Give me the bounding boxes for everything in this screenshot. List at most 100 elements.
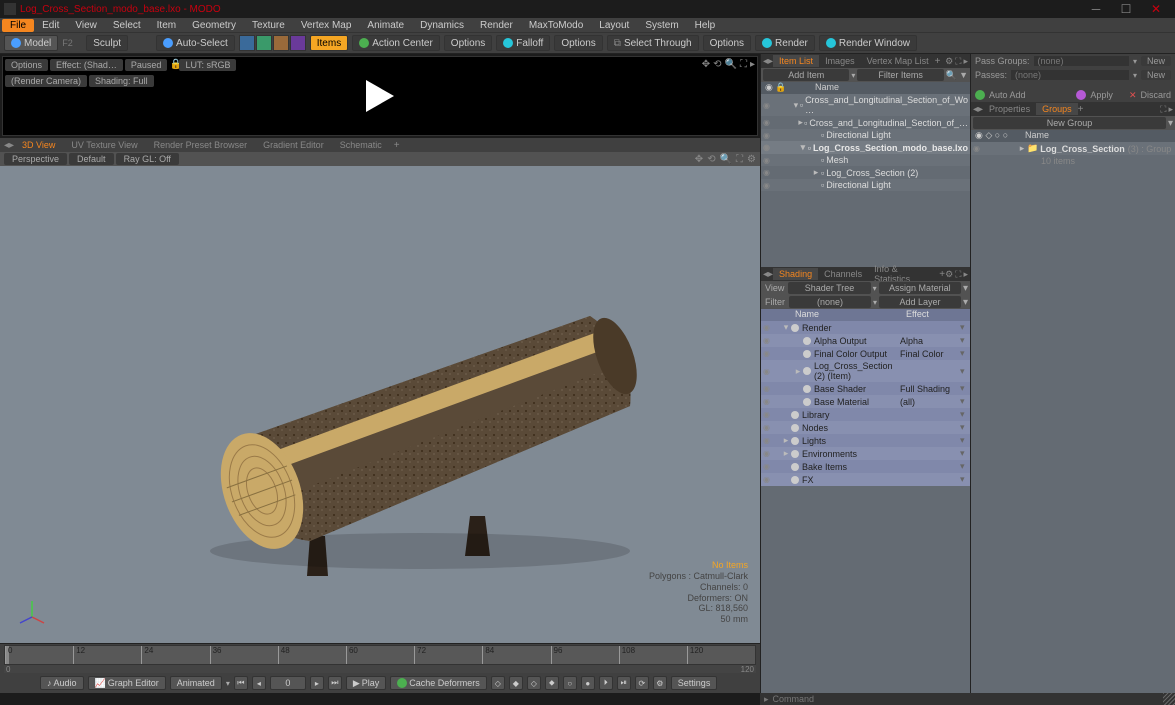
key-opt3-icon[interactable]: ⏵ bbox=[599, 676, 613, 690]
vp-frame-icon[interactable]: ⛶ bbox=[736, 154, 743, 165]
discard-button[interactable]: Discard bbox=[1140, 90, 1171, 100]
key-add-icon[interactable]: ◆ bbox=[509, 676, 523, 690]
shader-tree-row[interactable]: ◉Alpha OutputAlpha▾ bbox=[761, 334, 970, 347]
play-button[interactable]: ▶Play bbox=[346, 676, 386, 690]
tab-images[interactable]: Images bbox=[819, 55, 861, 67]
auto-add-toggle[interactable]: Auto Add bbox=[989, 90, 1026, 100]
item-tree[interactable]: ◉ 🔒Name ◉▾▫Cross_and_Longitudinal_Sectio… bbox=[761, 82, 970, 267]
preview-paused[interactable]: Paused bbox=[125, 59, 168, 71]
assign-material-button[interactable]: Assign Material bbox=[879, 282, 961, 294]
key-next-icon[interactable]: ◇ bbox=[527, 676, 541, 690]
cache-deformers-button[interactable]: Cache Deformers bbox=[390, 676, 487, 690]
timeline[interactable]: 0 12 24 36 48 60 72 84 96 108 120 0120 bbox=[0, 643, 760, 673]
items-button[interactable]: Items bbox=[310, 35, 348, 51]
shader-tree-row[interactable]: ◉Library▾ bbox=[761, 408, 970, 421]
menu-file[interactable]: File bbox=[2, 19, 34, 32]
preview-menu-icon[interactable]: ▸ bbox=[750, 59, 755, 70]
menu-item[interactable]: Item bbox=[149, 19, 184, 32]
shader-tree-row[interactable]: ◉▸Log_Cross_Section (2) (Item)▾ bbox=[761, 360, 970, 382]
preview-effect[interactable]: Effect: (Shad… bbox=[50, 59, 123, 71]
mode-sculpt-button[interactable]: Sculpt bbox=[86, 35, 128, 51]
item-tree-row[interactable]: ◉▫Directional Light bbox=[761, 129, 970, 141]
shader-tree-row[interactable]: ◉Base ShaderFull Shading▾ bbox=[761, 382, 970, 395]
new-pass-button[interactable]: New bbox=[1141, 70, 1171, 80]
sel-poly-icon[interactable] bbox=[273, 35, 289, 51]
preview-camera[interactable]: (Render Camera) bbox=[5, 75, 87, 87]
shader-tree-dropdown[interactable]: Shader Tree bbox=[788, 282, 870, 294]
vp-raygl[interactable]: Ray GL: Off bbox=[116, 153, 179, 165]
close-button[interactable]: ✕ bbox=[1141, 0, 1171, 18]
tab-shading[interactable]: Shading bbox=[773, 268, 818, 280]
shader-tree-row[interactable]: ◉▾Render▾ bbox=[761, 321, 970, 334]
vp-move-icon[interactable]: ✥ bbox=[695, 154, 703, 165]
menu-system[interactable]: System bbox=[637, 19, 686, 32]
command-bar[interactable]: ▸Command bbox=[760, 693, 1175, 705]
key-opt5-icon[interactable]: ⟳ bbox=[635, 676, 649, 690]
options1-button[interactable]: Options bbox=[444, 35, 492, 51]
vp-zoom-icon[interactable]: 🔍 bbox=[720, 154, 732, 165]
new-group-button[interactable]: New Group bbox=[973, 117, 1166, 129]
filter-icon[interactable]: ▼ bbox=[959, 70, 968, 80]
menu-dynamics[interactable]: Dynamics bbox=[412, 19, 472, 32]
menu-render[interactable]: Render bbox=[472, 19, 521, 32]
tab-properties[interactable]: Properties bbox=[983, 103, 1036, 115]
shader-tree-row[interactable]: ◉▸Lights▾ bbox=[761, 434, 970, 447]
tab-renderpreset[interactable]: Render Preset Browser bbox=[146, 139, 256, 151]
render-button[interactable]: Render bbox=[755, 35, 815, 51]
groups-tree[interactable]: ◉ ◇ ○ ○Name ◉ ▸ 📁 Log_Cross_Section (3) … bbox=[971, 130, 1175, 693]
menu-layout[interactable]: Layout bbox=[591, 19, 637, 32]
animated-dropdown[interactable]: Animated bbox=[170, 676, 222, 690]
shader-tree-row[interactable]: ◉▸Environments▾ bbox=[761, 447, 970, 460]
menu-help[interactable]: Help bbox=[687, 19, 724, 32]
shader-tree-row[interactable]: ◉Base Material(all)▾ bbox=[761, 395, 970, 408]
vp-default[interactable]: Default bbox=[69, 153, 114, 165]
menu-texture[interactable]: Texture bbox=[244, 19, 293, 32]
add-layer-button[interactable]: Add Layer bbox=[879, 296, 961, 308]
key-opt4-icon[interactable]: ⏯ bbox=[617, 676, 631, 690]
tab-gradient[interactable]: Gradient Editor bbox=[255, 139, 332, 151]
minimize-button[interactable]: ─ bbox=[1081, 0, 1111, 18]
item-tree-row[interactable]: ◉▫Mesh bbox=[761, 154, 970, 166]
key-prev-icon[interactable]: ◇ bbox=[491, 676, 505, 690]
settings-button[interactable]: Settings bbox=[671, 676, 718, 690]
prev-frame-button[interactable]: ◂ bbox=[252, 676, 266, 690]
preview-zoom-icon[interactable]: 🔍 bbox=[725, 59, 737, 70]
lock-icon[interactable]: 🔒 bbox=[169, 59, 177, 67]
panel-max-icon[interactable]: ⛶ bbox=[955, 269, 961, 280]
shader-tree-row[interactable]: ◉Final Color OutputFinal Color▾ bbox=[761, 347, 970, 360]
assign-icon[interactable]: ▾ bbox=[963, 283, 968, 294]
preview-rotate-icon[interactable]: ⟲ bbox=[713, 59, 721, 70]
render-window-button[interactable]: Render Window bbox=[819, 35, 917, 51]
chevron-down-icon[interactable]: ▾ bbox=[226, 679, 230, 688]
search-icon[interactable]: 🔍 bbox=[946, 70, 957, 81]
key-opt2-icon[interactable]: ● bbox=[581, 676, 595, 690]
menu-edit[interactable]: Edit bbox=[34, 19, 67, 32]
filter-items-field[interactable]: Filter Items bbox=[857, 69, 943, 81]
shader-tree-row[interactable]: ◉FX▾ bbox=[761, 473, 970, 486]
panel-max-icon[interactable]: ⛶ bbox=[955, 56, 961, 67]
graph-editor-button[interactable]: 📈Graph Editor bbox=[88, 676, 166, 690]
key-opt1-icon[interactable]: ○ bbox=[563, 676, 577, 690]
options3-button[interactable]: Options bbox=[703, 35, 751, 51]
item-tree-row[interactable]: ◉▾▫Log_Cross_Section_modo_base.lxo bbox=[761, 141, 970, 154]
menu-view[interactable]: View bbox=[67, 19, 105, 32]
shader-tree-row[interactable]: ◉Nodes▾ bbox=[761, 421, 970, 434]
falloff-button[interactable]: Falloff bbox=[496, 35, 550, 51]
resize-handle[interactable] bbox=[1163, 693, 1175, 705]
menu-geometry[interactable]: Geometry bbox=[184, 19, 244, 32]
viewport-3d[interactable]: No Items Polygons : Catmull-Clark Channe… bbox=[0, 166, 760, 643]
select-through-button[interactable]: ⧉Select Through bbox=[607, 35, 699, 51]
key-del-icon[interactable]: ⬥ bbox=[545, 676, 559, 690]
item-tree-row[interactable]: ◉▾▫Cross_and_Longitudinal_Section_of_Wo … bbox=[761, 94, 970, 116]
item-tree-row[interactable]: ◉▸▫Log_Cross_Section (2) bbox=[761, 166, 970, 179]
menu-animate[interactable]: Animate bbox=[359, 19, 412, 32]
auto-select-button[interactable]: Auto-Select bbox=[156, 35, 235, 51]
group-row[interactable]: ◉ ▸ 📁 Log_Cross_Section (3) : Group bbox=[971, 142, 1175, 155]
timeline-ruler[interactable]: 0 12 24 36 48 60 72 84 96 108 120 bbox=[4, 645, 756, 665]
item-tree-row[interactable]: ◉▫Directional Light bbox=[761, 179, 970, 191]
pass-groups-dropdown[interactable]: (none) bbox=[1034, 56, 1129, 66]
new-passgroup-button[interactable]: New bbox=[1141, 56, 1171, 66]
sel-mat-icon[interactable] bbox=[290, 35, 306, 51]
options2-button[interactable]: Options bbox=[554, 35, 602, 51]
key-opt6-icon[interactable]: ⚙ bbox=[653, 676, 667, 690]
